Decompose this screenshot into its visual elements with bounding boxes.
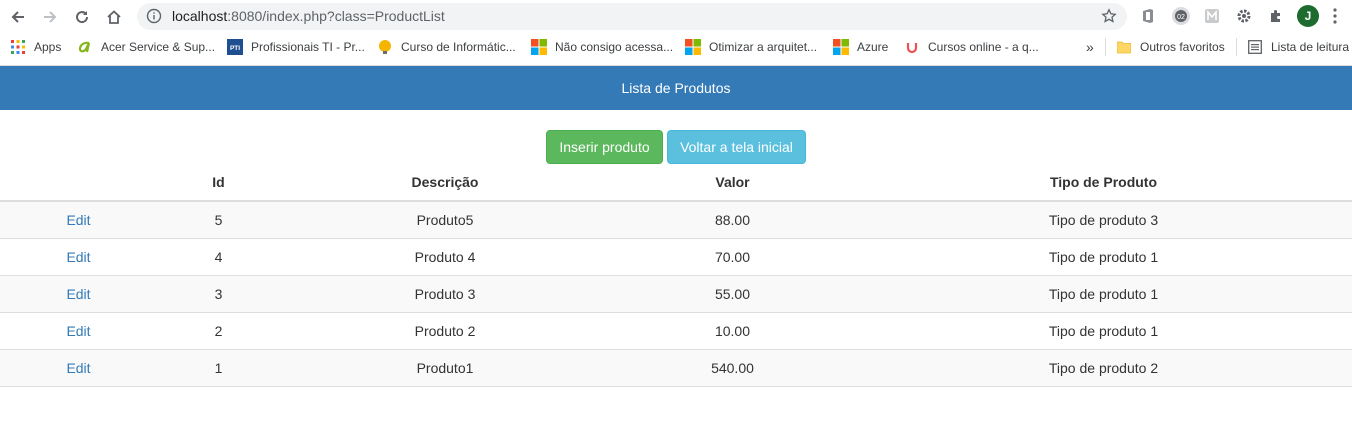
- cell-description: Produto1: [280, 348, 610, 387]
- profile-avatar[interactable]: J: [1297, 5, 1319, 27]
- table-row: Edit 4 Produto 4 70.00 Tipo de produto 1: [0, 237, 1352, 275]
- extension-badge-icon[interactable]: 02: [1170, 5, 1192, 27]
- edit-link[interactable]: Edit: [66, 212, 90, 228]
- bookmark-label: Profissionais TI - Pr...: [251, 40, 365, 54]
- bookmark-apps[interactable]: Apps: [10, 39, 61, 55]
- microsoft-icon: [833, 39, 849, 55]
- cell-description: Produto5: [280, 200, 610, 238]
- cell-product-type: Tipo de produto 3: [855, 200, 1352, 238]
- insert-product-button[interactable]: Inserir produto: [546, 130, 663, 164]
- table-row: Edit 1 Produto1 540.00 Tipo de produto 2: [0, 348, 1352, 387]
- forward-arrow-icon[interactable]: [37, 4, 63, 30]
- cell-product-type: Tipo de produto 2: [855, 348, 1352, 387]
- bookmark-cursos-online[interactable]: Cursos online - a q...: [904, 39, 1039, 55]
- microsoft-icon: [685, 39, 701, 55]
- bookmark-acer[interactable]: Acer Service & Sup...: [77, 39, 215, 55]
- product-table: Id Descrição Valor Tipo de Produto Edit …: [0, 164, 1352, 387]
- cell-product-type: Tipo de produto 1: [855, 311, 1352, 349]
- cell-id: 2: [157, 311, 280, 349]
- apps-grid-icon: [10, 39, 26, 55]
- cell-product-type: Tipo de produto 1: [855, 274, 1352, 312]
- page-title: Lista de Produtos: [621, 80, 731, 96]
- cell-description: Produto 3: [280, 274, 610, 312]
- bookmark-label: Apps: [34, 40, 62, 54]
- bookmark-label: Outros favoritos: [1140, 40, 1225, 54]
- bookmark-other-favorites[interactable]: Outros favoritos: [1116, 39, 1225, 55]
- cell-id: 3: [157, 274, 280, 312]
- gear-extension-icon[interactable]: [1233, 5, 1255, 27]
- office-extension-icon[interactable]: [1137, 5, 1159, 27]
- bookmark-azure[interactable]: Azure: [833, 39, 888, 55]
- bookmark-otimizar[interactable]: Otimizar a arquitet...: [685, 39, 817, 55]
- url-text: localhost:8080/index.php?class=ProductLi…: [172, 8, 445, 25]
- bookmark-label: Lista de leitura: [1271, 40, 1350, 54]
- cell-id: 5: [157, 200, 280, 238]
- puzzle-extensions-icon[interactable]: [1265, 5, 1287, 27]
- column-header-product-type: Tipo de Produto: [855, 164, 1352, 202]
- bookmark-label: Não consigo acessa...: [555, 40, 674, 54]
- url-path: :8080/index.php?class=ProductList: [227, 8, 445, 24]
- column-header-id: Id: [157, 164, 280, 202]
- cell-value: 55.00: [610, 274, 855, 312]
- bookmark-label: Cursos online - a q...: [928, 40, 1039, 54]
- svg-text:PTI: PTI: [230, 45, 240, 52]
- folder-icon: [1116, 39, 1132, 55]
- pti-icon: PTI: [227, 39, 243, 55]
- edit-link[interactable]: Edit: [66, 249, 90, 265]
- bookmark-label: Acer Service & Sup...: [101, 40, 216, 54]
- reading-list-icon: [1247, 39, 1263, 55]
- address-bar[interactable]: localhost:8080/index.php?class=ProductLi…: [137, 3, 1127, 30]
- url-host: localhost: [172, 8, 228, 24]
- cell-value: 540.00: [610, 348, 855, 387]
- edit-link[interactable]: Edit: [66, 286, 90, 302]
- bookmark-label: Otimizar a arquitet...: [709, 40, 818, 54]
- udemy-icon: [904, 39, 920, 55]
- bookmarks-overflow-chevron-icon[interactable]: »: [1086, 39, 1094, 55]
- table-row: Edit 3 Produto 3 55.00 Tipo de produto 1: [0, 274, 1352, 312]
- bookmark-star-icon[interactable]: [1101, 8, 1117, 29]
- bookmark-label: Curso de Informátic...: [401, 40, 516, 54]
- edit-link[interactable]: Edit: [66, 323, 90, 339]
- cell-description: Produto 2: [280, 311, 610, 349]
- edit-link[interactable]: Edit: [66, 360, 90, 376]
- table-row: Edit 5 Produto5 88.00 Tipo de produto 3: [0, 200, 1352, 238]
- column-header-value: Valor: [610, 164, 855, 202]
- reading-list-button[interactable]: Lista de leitura: [1247, 39, 1349, 55]
- bookmark-curso-informatica[interactable]: Curso de Informátic...: [377, 39, 516, 55]
- column-header-description: Descrição: [280, 164, 610, 202]
- browser-toolbar: localhost:8080/index.php?class=ProductLi…: [0, 0, 1352, 33]
- cell-value: 70.00: [610, 237, 855, 275]
- site-info-icon[interactable]: [146, 8, 162, 29]
- bulb-icon: [377, 39, 393, 55]
- cell-id: 4: [157, 237, 280, 275]
- cell-description: Produto 4: [280, 237, 610, 275]
- back-arrow-icon[interactable]: [5, 4, 31, 30]
- bookmark-divider: [1105, 38, 1106, 56]
- cell-product-type: Tipo de produto 1: [855, 237, 1352, 275]
- action-buttons: Inserir produto Voltar a tela inicial: [0, 130, 1352, 164]
- m-extension-icon[interactable]: [1201, 5, 1223, 27]
- acer-icon: [77, 39, 93, 55]
- cell-value: 88.00: [610, 200, 855, 238]
- cell-value: 10.00: [610, 311, 855, 349]
- reload-icon[interactable]: [69, 4, 95, 30]
- column-header-actions: [0, 164, 157, 202]
- back-to-home-button[interactable]: Voltar a tela inicial: [667, 130, 806, 164]
- svg-text:02: 02: [1177, 14, 1185, 21]
- bookmark-divider: [1236, 38, 1237, 56]
- table-header-row: Id Descrição Valor Tipo de Produto: [0, 164, 1352, 202]
- table-row: Edit 2 Produto 2 10.00 Tipo de produto 1: [0, 311, 1352, 349]
- bookmark-nao-consigo[interactable]: Não consigo acessa...: [531, 39, 673, 55]
- cell-id: 1: [157, 348, 280, 387]
- page-header: Lista de Produtos: [0, 66, 1352, 110]
- bookmark-pti[interactable]: PTI Profissionais TI - Pr...: [227, 39, 365, 55]
- home-icon[interactable]: [101, 4, 127, 30]
- more-menu-icon[interactable]: [1333, 8, 1337, 29]
- microsoft-icon: [531, 39, 547, 55]
- bookmark-label: Azure: [857, 40, 889, 54]
